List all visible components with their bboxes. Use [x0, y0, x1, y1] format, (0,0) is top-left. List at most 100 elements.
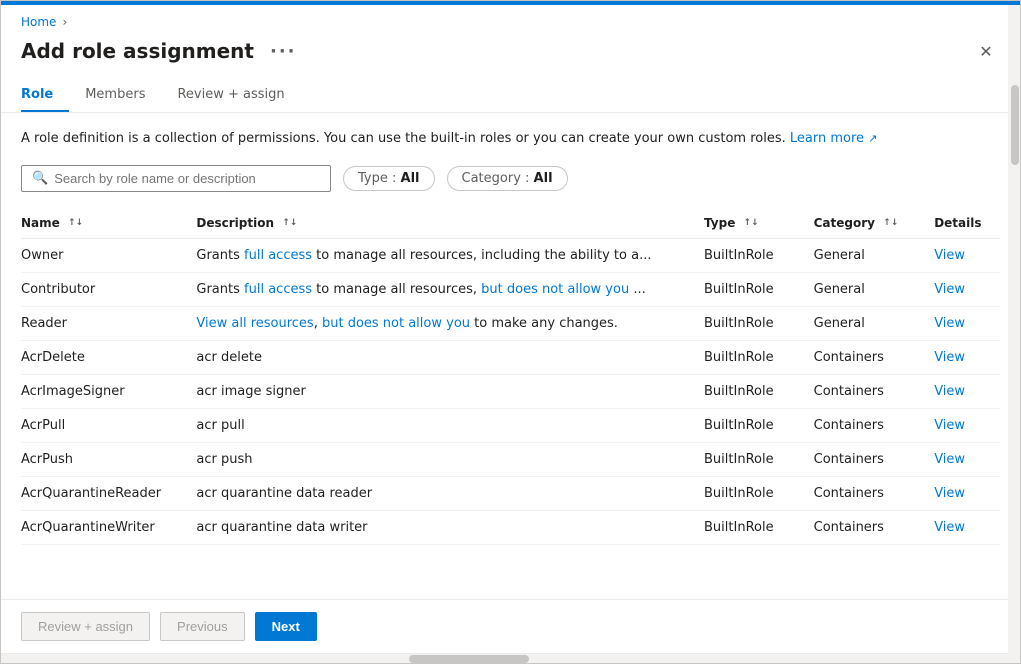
cell-details[interactable]: View [934, 272, 1000, 306]
col-description[interactable]: Description ↑↓ [196, 208, 704, 239]
cell-name: AcrPull [21, 408, 196, 442]
tab-members[interactable]: Members [69, 79, 161, 112]
cell-details[interactable]: View [934, 374, 1000, 408]
description-text: A role definition is a collection of per… [21, 129, 1000, 149]
bottom-scrollbar[interactable] [1, 653, 1020, 663]
cell-category: Containers [814, 374, 935, 408]
cell-details[interactable]: View [934, 306, 1000, 340]
review-assign-button[interactable]: Review + assign [21, 612, 150, 641]
breadcrumb-home[interactable]: Home [21, 15, 56, 29]
previous-button[interactable]: Previous [160, 612, 245, 641]
cell-details[interactable]: View [934, 442, 1000, 476]
view-link[interactable]: View [934, 520, 965, 535]
tab-role[interactable]: Role [21, 79, 69, 112]
col-details: Details [934, 208, 1000, 239]
cell-description: acr quarantine data reader [196, 476, 704, 510]
cell-category: General [814, 272, 935, 306]
bottom-scrollbar-thumb [409, 655, 529, 663]
ellipsis-button[interactable]: ··· [264, 39, 303, 64]
cell-name: Contributor [21, 272, 196, 306]
cell-details[interactable]: View [934, 408, 1000, 442]
cell-details[interactable]: View [934, 476, 1000, 510]
cell-type: BuiltInRole [704, 476, 814, 510]
tabs: Role Members Review + assign [21, 79, 1000, 112]
page-title: Add role assignment ··· [21, 39, 303, 64]
cell-category: Containers [814, 510, 935, 544]
table-row[interactable]: AcrPushacr pushBuiltInRoleContainersView [21, 442, 1000, 476]
sort-type-icon: ↑↓ [744, 219, 759, 228]
view-link[interactable]: View [934, 384, 965, 399]
cell-type: BuiltInRole [704, 272, 814, 306]
cell-name: AcrQuarantineWriter [21, 510, 196, 544]
window-header: Home › Add role assignment ··· ✕ Role Me… [1, 5, 1020, 113]
cell-name: AcrPush [21, 442, 196, 476]
table-row[interactable]: OwnerGrants full access to manage all re… [21, 238, 1000, 272]
cell-type: BuiltInRole [704, 374, 814, 408]
search-box[interactable]: 🔍 [21, 165, 331, 192]
view-link[interactable]: View [934, 486, 965, 501]
col-category[interactable]: Category ↑↓ [814, 208, 935, 239]
learn-more-link[interactable]: Learn more ↗ [790, 131, 878, 146]
cell-type: BuiltInRole [704, 340, 814, 374]
scrollbar-thumb [1011, 85, 1019, 165]
cell-category: General [814, 306, 935, 340]
cell-category: Containers [814, 476, 935, 510]
table-row[interactable]: AcrQuarantineWriteracr quarantine data w… [21, 510, 1000, 544]
cell-description: View all resources, but does not allow y… [196, 306, 704, 340]
view-link[interactable]: View [934, 350, 965, 365]
next-button[interactable]: Next [255, 612, 317, 641]
filters-row: 🔍 Type : All Category : All [21, 165, 1000, 192]
add-role-assignment-window: Home › Add role assignment ··· ✕ Role Me… [0, 0, 1021, 664]
tab-review-assign[interactable]: Review + assign [161, 79, 300, 112]
cell-description: acr pull [196, 408, 704, 442]
cell-type: BuiltInRole [704, 238, 814, 272]
cell-description: acr push [196, 442, 704, 476]
cell-type: BuiltInRole [704, 442, 814, 476]
cell-type: BuiltInRole [704, 510, 814, 544]
view-link[interactable]: View [934, 418, 965, 433]
table-row[interactable]: ReaderView all resources, but does not a… [21, 306, 1000, 340]
close-button[interactable]: ✕ [972, 37, 1000, 65]
col-name[interactable]: Name ↑↓ [21, 208, 196, 239]
cell-type: BuiltInRole [704, 408, 814, 442]
table-row[interactable]: AcrImageSigneracr image signerBuiltInRol… [21, 374, 1000, 408]
roles-table-container: Name ↑↓ Description ↑↓ Type ↑↓ Categor [21, 208, 1000, 545]
breadcrumb: Home › [21, 15, 1000, 29]
table-row[interactable]: AcrDeleteacr deleteBuiltInRoleContainers… [21, 340, 1000, 374]
cell-name: Owner [21, 238, 196, 272]
vertical-scrollbar[interactable] [1008, 5, 1020, 663]
table-row[interactable]: AcrPullacr pullBuiltInRoleContainersView [21, 408, 1000, 442]
cell-category: Containers [814, 442, 935, 476]
search-icon: 🔍 [32, 171, 48, 186]
cell-category: Containers [814, 340, 935, 374]
sort-category-icon: ↑↓ [883, 219, 898, 228]
sort-name-icon: ↑↓ [68, 219, 83, 228]
cell-category: General [814, 238, 935, 272]
cell-details[interactable]: View [934, 238, 1000, 272]
cell-type: BuiltInRole [704, 306, 814, 340]
view-link[interactable]: View [934, 316, 965, 331]
cell-description: acr quarantine data writer [196, 510, 704, 544]
cell-description: acr image signer [196, 374, 704, 408]
cell-category: Containers [814, 408, 935, 442]
cell-name: AcrQuarantineReader [21, 476, 196, 510]
search-input[interactable] [54, 171, 320, 186]
cell-name: AcrDelete [21, 340, 196, 374]
cell-description: Grants full access to manage all resourc… [196, 272, 704, 306]
sort-desc-icon: ↑↓ [282, 219, 297, 228]
table-row[interactable]: ContributorGrants full access to manage … [21, 272, 1000, 306]
view-link[interactable]: View [934, 248, 965, 263]
type-filter-badge[interactable]: Type : All [343, 166, 435, 191]
footer: Review + assign Previous Next [1, 599, 1020, 653]
view-link[interactable]: View [934, 282, 965, 297]
cell-name: Reader [21, 306, 196, 340]
col-type[interactable]: Type ↑↓ [704, 208, 814, 239]
category-filter-badge[interactable]: Category : All [447, 166, 568, 191]
cell-name: AcrImageSigner [21, 374, 196, 408]
cell-details[interactable]: View [934, 510, 1000, 544]
cell-description: acr delete [196, 340, 704, 374]
cell-details[interactable]: View [934, 340, 1000, 374]
cell-description: Grants full access to manage all resourc… [196, 238, 704, 272]
table-row[interactable]: AcrQuarantineReaderacr quarantine data r… [21, 476, 1000, 510]
view-link[interactable]: View [934, 452, 965, 467]
